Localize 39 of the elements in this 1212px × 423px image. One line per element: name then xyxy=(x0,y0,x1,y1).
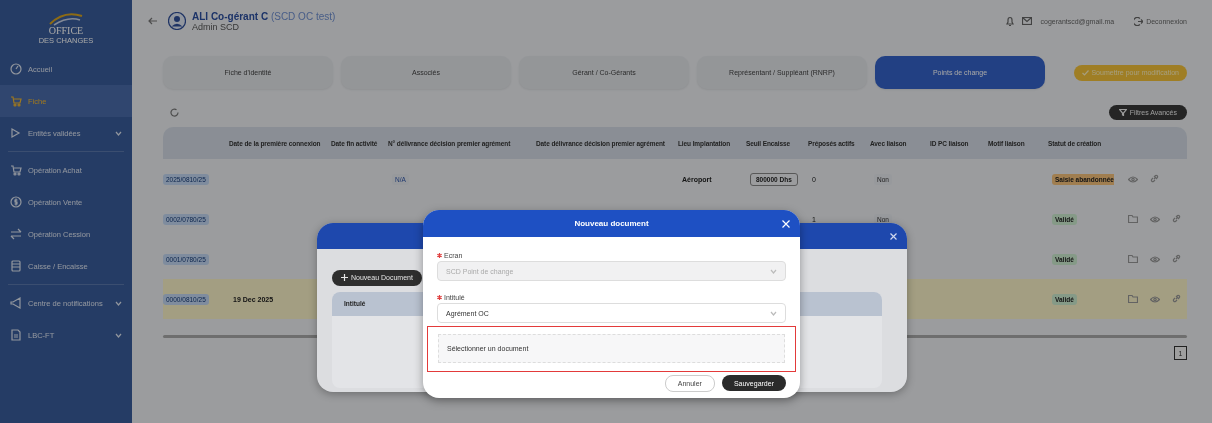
eye-icon[interactable] xyxy=(1128,176,1138,183)
chevron-down-icon xyxy=(115,130,122,136)
document-icon xyxy=(10,329,22,341)
eye-icon[interactable] xyxy=(1150,296,1160,303)
user-name: ALI Co-gérant C (SCD OC test) xyxy=(192,10,336,22)
logout-icon xyxy=(1134,16,1144,26)
close-icon[interactable] xyxy=(890,232,897,240)
link-icon[interactable] xyxy=(1172,254,1181,263)
cart-icon xyxy=(10,95,22,107)
exchange-icon xyxy=(10,228,22,240)
link-icon[interactable] xyxy=(1150,174,1159,183)
folder-icon[interactable] xyxy=(1128,215,1138,223)
link-icon[interactable] xyxy=(1172,214,1181,223)
folder-icon[interactable] xyxy=(1128,295,1138,303)
mail-icon xyxy=(1022,17,1033,25)
funnel-icon xyxy=(1118,108,1127,116)
folder-icon[interactable] xyxy=(1128,255,1138,263)
chevron-down-icon xyxy=(770,268,777,274)
eye-icon[interactable] xyxy=(1150,256,1160,263)
check-icon xyxy=(1082,69,1090,76)
play-icon xyxy=(10,127,22,139)
megaphone-icon xyxy=(10,297,22,309)
link-icon[interactable] xyxy=(1172,294,1181,303)
avatar-icon xyxy=(168,12,186,30)
plus-icon xyxy=(341,274,348,281)
user-role: Admin SCD xyxy=(192,21,239,32)
dollar-icon xyxy=(10,196,22,208)
back-arrow-icon[interactable] xyxy=(148,17,158,25)
chevron-down-icon xyxy=(770,310,777,316)
bell-icon[interactable] xyxy=(1006,16,1015,26)
eye-icon[interactable] xyxy=(1150,216,1160,223)
dialog-title: Nouveau document xyxy=(574,219,649,228)
logo-title: OFFICE xyxy=(48,26,84,36)
gauge-icon xyxy=(10,63,22,75)
chevron-down-icon xyxy=(115,332,122,338)
cart-icon xyxy=(10,164,22,176)
refresh-icon[interactable] xyxy=(170,107,179,117)
ledger-icon xyxy=(10,260,22,272)
chevron-down-icon xyxy=(115,300,122,306)
